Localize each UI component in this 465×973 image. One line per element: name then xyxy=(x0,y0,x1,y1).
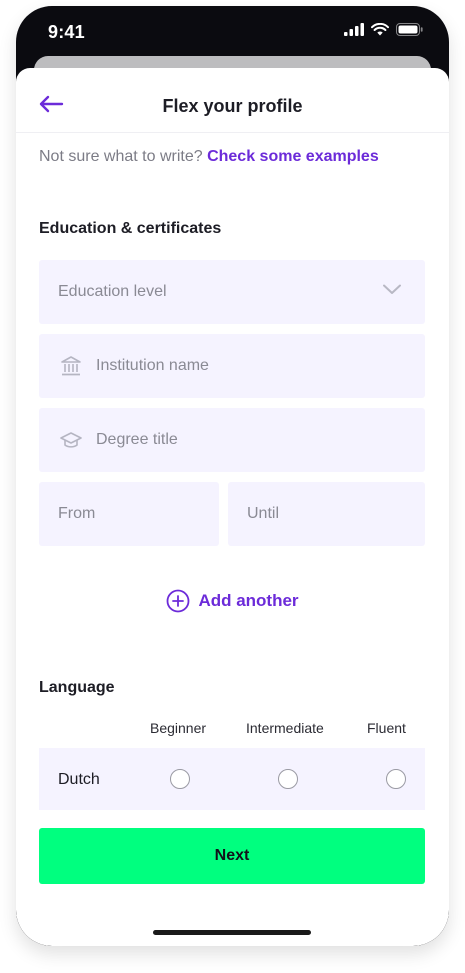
education-level-select[interactable]: Education level xyxy=(39,260,425,324)
phone-frame: 9:41 Flex your profile Not sure what to … xyxy=(16,6,449,946)
hint-text: Not sure what to write? xyxy=(39,148,203,165)
institution-name-field[interactable]: Institution name xyxy=(39,334,425,398)
cellular-signal-icon xyxy=(344,23,364,36)
check-examples-link[interactable]: Check some examples xyxy=(207,148,379,165)
plus-circle-icon xyxy=(167,589,190,613)
battery-icon xyxy=(396,23,423,36)
add-another-label: Add another xyxy=(198,591,299,610)
level-header-fluent: Fluent xyxy=(367,720,406,736)
add-another-button[interactable]: Add another xyxy=(16,589,449,613)
examples-hint: Not sure what to write? Check some examp… xyxy=(39,148,379,166)
language-name: Dutch xyxy=(58,771,100,788)
graduation-cap-icon xyxy=(60,429,82,451)
until-date-field[interactable]: Until xyxy=(228,482,425,546)
status-icons xyxy=(344,23,423,36)
language-section-title: Language xyxy=(39,679,115,696)
sheet-header: Flex your profile xyxy=(16,68,449,133)
modal-sheet: Flex your profile Not sure what to write… xyxy=(16,68,449,946)
level-header-intermediate: Intermediate xyxy=(246,720,324,736)
status-bar: 9:41 xyxy=(16,6,449,60)
from-date-field[interactable]: From xyxy=(39,482,219,546)
status-time: 9:41 xyxy=(48,22,85,42)
education-level-placeholder: Education level xyxy=(58,283,167,300)
education-section-title: Education & certificates xyxy=(39,220,222,237)
institution-icon xyxy=(60,355,82,377)
wifi-icon xyxy=(371,23,389,36)
until-placeholder: Until xyxy=(247,505,280,522)
radio-beginner[interactable] xyxy=(170,769,190,789)
next-button[interactable]: Next xyxy=(39,828,425,884)
degree-title-placeholder: Degree title xyxy=(96,431,178,448)
page-title: Flex your profile xyxy=(162,96,303,116)
institution-name-placeholder: Institution name xyxy=(96,357,209,374)
language-row: Dutch xyxy=(39,748,425,810)
degree-title-field[interactable]: Degree title xyxy=(39,408,425,472)
radio-fluent[interactable] xyxy=(386,769,406,789)
home-indicator xyxy=(153,930,311,935)
from-placeholder: From xyxy=(58,505,96,522)
radio-intermediate[interactable] xyxy=(278,769,298,789)
chevron-down-icon xyxy=(383,284,401,294)
level-header-beginner: Beginner xyxy=(150,720,207,736)
